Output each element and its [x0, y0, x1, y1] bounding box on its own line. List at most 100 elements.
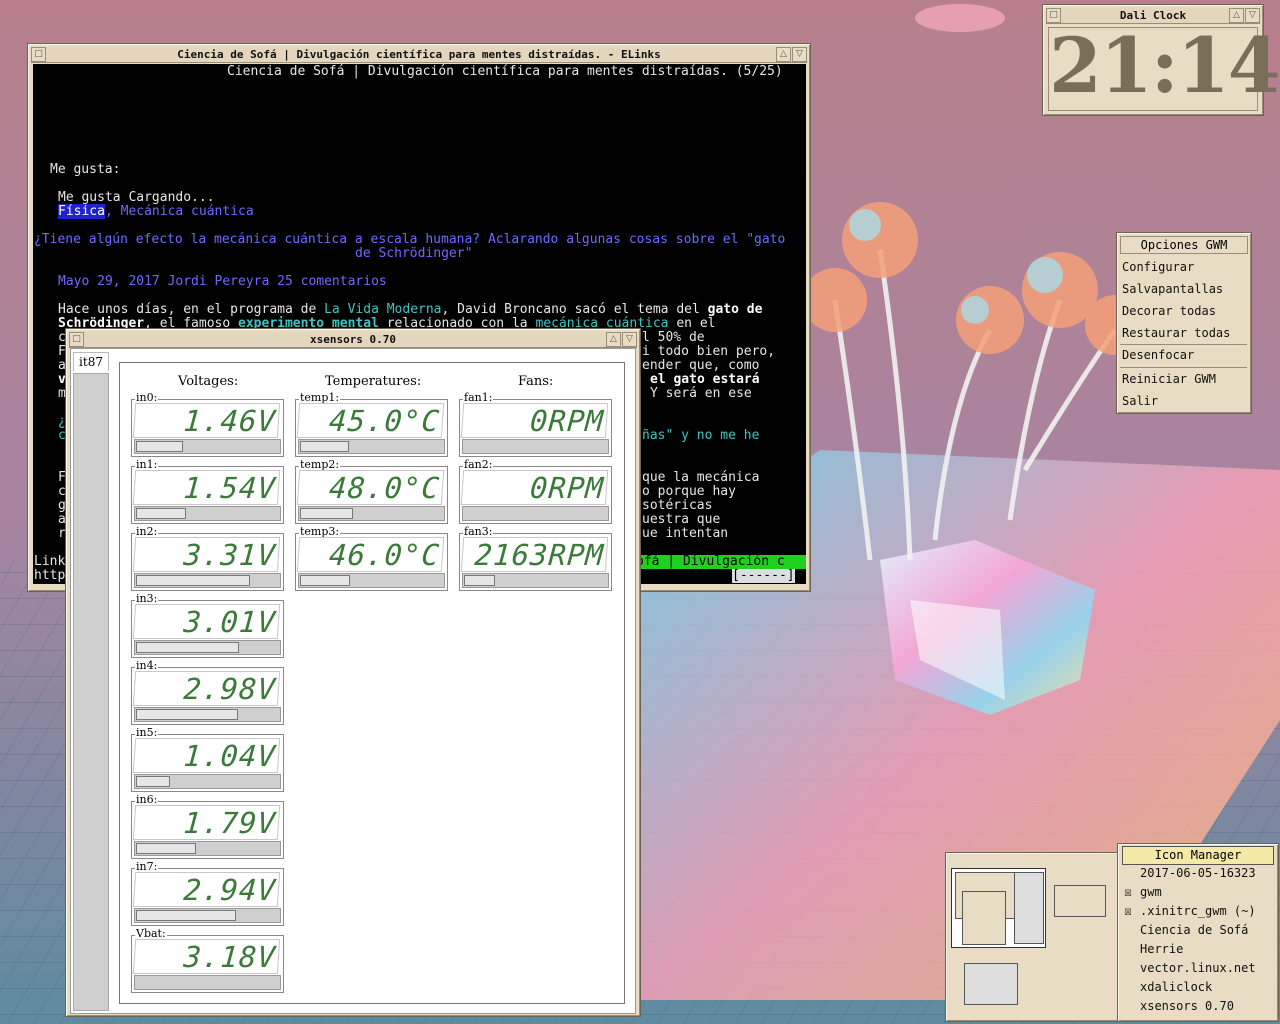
voltage-sensor-in2: in2: 3.31V [131, 526, 284, 591]
sensor-level-bar [462, 506, 609, 521]
text-fragment: que la mecánica [642, 470, 760, 485]
sensor-reading: 1.04V [132, 738, 281, 773]
icon-manager-item[interactable]: 2017-06-05-16323 [1124, 864, 1256, 883]
iconify-icon[interactable]: △ [606, 332, 621, 347]
fan-sensor-fan3: fan3: 2163RPM [459, 526, 612, 591]
menu-separator [1120, 367, 1247, 368]
menu-item-salir[interactable]: Salir [1120, 391, 1247, 411]
fan-sensor-fan1: fan1: 0RPM [459, 392, 612, 457]
icon-manager-item-label: xdaliclock [1140, 980, 1213, 994]
text-fragment: sotéricas [642, 498, 713, 513]
icon-manager-window: Icon Manager 2017-06-05-16323 ☒ gwm ☒ .xinit… [1117, 843, 1279, 1022]
sensor-level-fill [136, 575, 250, 586]
sensor-level-fill [464, 575, 495, 586]
sensor-reading: 0RPM [460, 470, 609, 505]
icon-manager-item[interactable]: Herrie [1124, 940, 1183, 959]
sensor-level-bar [134, 774, 281, 789]
article-title-cont[interactable]: de Schrödinger" [355, 247, 472, 261]
category-link-mecanica[interactable]: , Mecánica cuántica [105, 204, 254, 219]
menu-title: Opciones GWM [1120, 236, 1248, 254]
fans-heading: Fans: [518, 374, 554, 389]
menu-item-reiniciar-gwm[interactable]: Reiniciar GWM [1120, 369, 1247, 389]
category-line: Física, Mecánica cuántica [58, 204, 254, 219]
icon-manager-item-label: 2017-06-05-16323 [1140, 866, 1256, 880]
text-fragment: ñas" y no me he [642, 428, 760, 443]
sensor-reading: 46.0°C [296, 537, 445, 572]
maximize-icon[interactable]: ▽ [622, 332, 637, 347]
sensor-level-fill [136, 843, 196, 854]
sensor-reading: 1.79V [132, 805, 281, 840]
voltage-sensor-in7: in7: 2.94V [131, 861, 284, 926]
me-gusta-label: Me gusta: [50, 162, 121, 177]
desktop-pager[interactable] [945, 852, 1119, 1022]
window-menu-icon[interactable]: □ [69, 332, 84, 347]
sensor-level-bar [462, 439, 609, 454]
sensor-level-bar [462, 573, 609, 588]
text-fragment: uestra que [642, 512, 721, 527]
voltage-sensor-in0: in0: 1.46V [131, 392, 284, 457]
status-link: Link [34, 554, 66, 569]
xsensors-body: it87 Voltages: Temperatures: Fans: in0: 1… [70, 348, 636, 1014]
status-url: http [34, 568, 66, 583]
icon-manager-item[interactable]: xdaliclock [1124, 978, 1212, 997]
sensor-level-bar [134, 506, 281, 521]
text-fragment: o porque hay [642, 484, 736, 499]
text-fragment: i todo bien pero, [642, 344, 776, 359]
sensor-reading: 0RPM [460, 403, 609, 438]
text-fragment: ender que, como [642, 358, 760, 373]
icon-manager-item-label: .xinitrc_gwm (~) [1140, 904, 1256, 918]
xsensors-titlebar[interactable]: xsensors 0.70 [69, 332, 637, 348]
status-progress: [------] [732, 568, 795, 583]
icon-manager-item-label: Herrie [1140, 942, 1184, 956]
sensor-level-fill [136, 508, 186, 519]
icon-manager-item[interactable]: xsensors 0.70 [1124, 997, 1234, 1016]
text: Hace unos días, en el programa de [58, 302, 325, 317]
menu-item-salvapantallas[interactable]: Salvapantallas [1120, 279, 1247, 299]
icon-manager-item-label: xsensors 0.70 [1140, 999, 1234, 1013]
dali-clock-window: Dali Clock □ △ ▽ 21:14 [1042, 4, 1280, 116]
sensor-reading: 2.98V [132, 671, 281, 706]
sensor-reading: 3.18V [132, 939, 281, 974]
icon-manager-item-label: Ciencia de Sofá [1140, 923, 1249, 937]
maximize-icon[interactable]: ▽ [792, 47, 807, 62]
icon-manager-item[interactable]: ☒ gwm [1124, 883, 1162, 902]
icon-manager-item[interactable]: Ciencia de Sofá [1124, 921, 1248, 940]
menu-item-decorar-todas[interactable]: Decorar todas [1120, 301, 1247, 321]
article-byline[interactable]: Mayo 29, 2017 Jordi Pereyra 25 comentari… [58, 275, 387, 289]
gwm-options-menu: Opciones GWM Configurar Salvapantallas D… [1116, 232, 1252, 414]
icon-manager-item[interactable]: ☒ .xinitrc_gwm (~) [1124, 902, 1256, 921]
sensor-level-bar [134, 439, 281, 454]
text-fragment: el gato estará [650, 372, 760, 387]
temp-sensor-temp2: temp2: 48.0°C [295, 459, 448, 524]
text-fragment: ue intentan [642, 526, 729, 541]
temp-sensor-temp3: temp3: 46.0°C [295, 526, 448, 591]
sensor-level-fill [136, 776, 170, 787]
text-fragment: l 50% de [642, 330, 705, 345]
voltage-sensor-vbat: Vbat: 3.18V [131, 928, 284, 993]
article-title[interactable]: ¿Tiene algún efecto la mecánica cuántica… [34, 233, 785, 247]
window-menu-icon[interactable]: □ [31, 47, 46, 62]
checked-box-icon: ☒ [1124, 885, 1132, 900]
sensor-reading: 3.01V [132, 604, 281, 639]
menu-item-desenfocar[interactable]: Desenfocar [1120, 345, 1247, 365]
menu-item-configurar[interactable]: Configurar [1120, 257, 1247, 277]
voltage-sensor-in6: in6: 1.79V [131, 794, 284, 859]
sensor-reading: 1.46V [132, 403, 281, 438]
sensor-level-bar [298, 439, 445, 454]
voltage-sensor-in4: in4: 2.98V [131, 660, 284, 725]
menu-item-restaurar-todas[interactable]: Restaurar todas [1120, 323, 1247, 343]
icon-manager-item[interactable]: vector.linux.net [1124, 959, 1256, 978]
temperatures-heading: Temperatures: [325, 374, 422, 389]
elinks-titlebar[interactable]: Ciencia de Sofá | Divulgación científica… [31, 47, 807, 63]
sensor-level-fill [300, 441, 349, 452]
category-link-fisica[interactable]: Física [58, 204, 105, 219]
voltage-sensor-in3: in3: 3.01V [131, 593, 284, 658]
pager-desk-1[interactable] [951, 868, 1046, 948]
status-title-bar: ofá | Divulgación c [636, 555, 806, 569]
tab-strip [73, 373, 109, 1011]
window-title: xsensors 0.70 [309, 333, 397, 346]
tab-it87[interactable]: it87 [73, 352, 109, 371]
link-la-vida-moderna[interactable]: La Vida Moderna [324, 302, 441, 317]
iconify-icon[interactable]: △ [776, 47, 791, 62]
clock-time: 21:14 [1049, 21, 1280, 110]
